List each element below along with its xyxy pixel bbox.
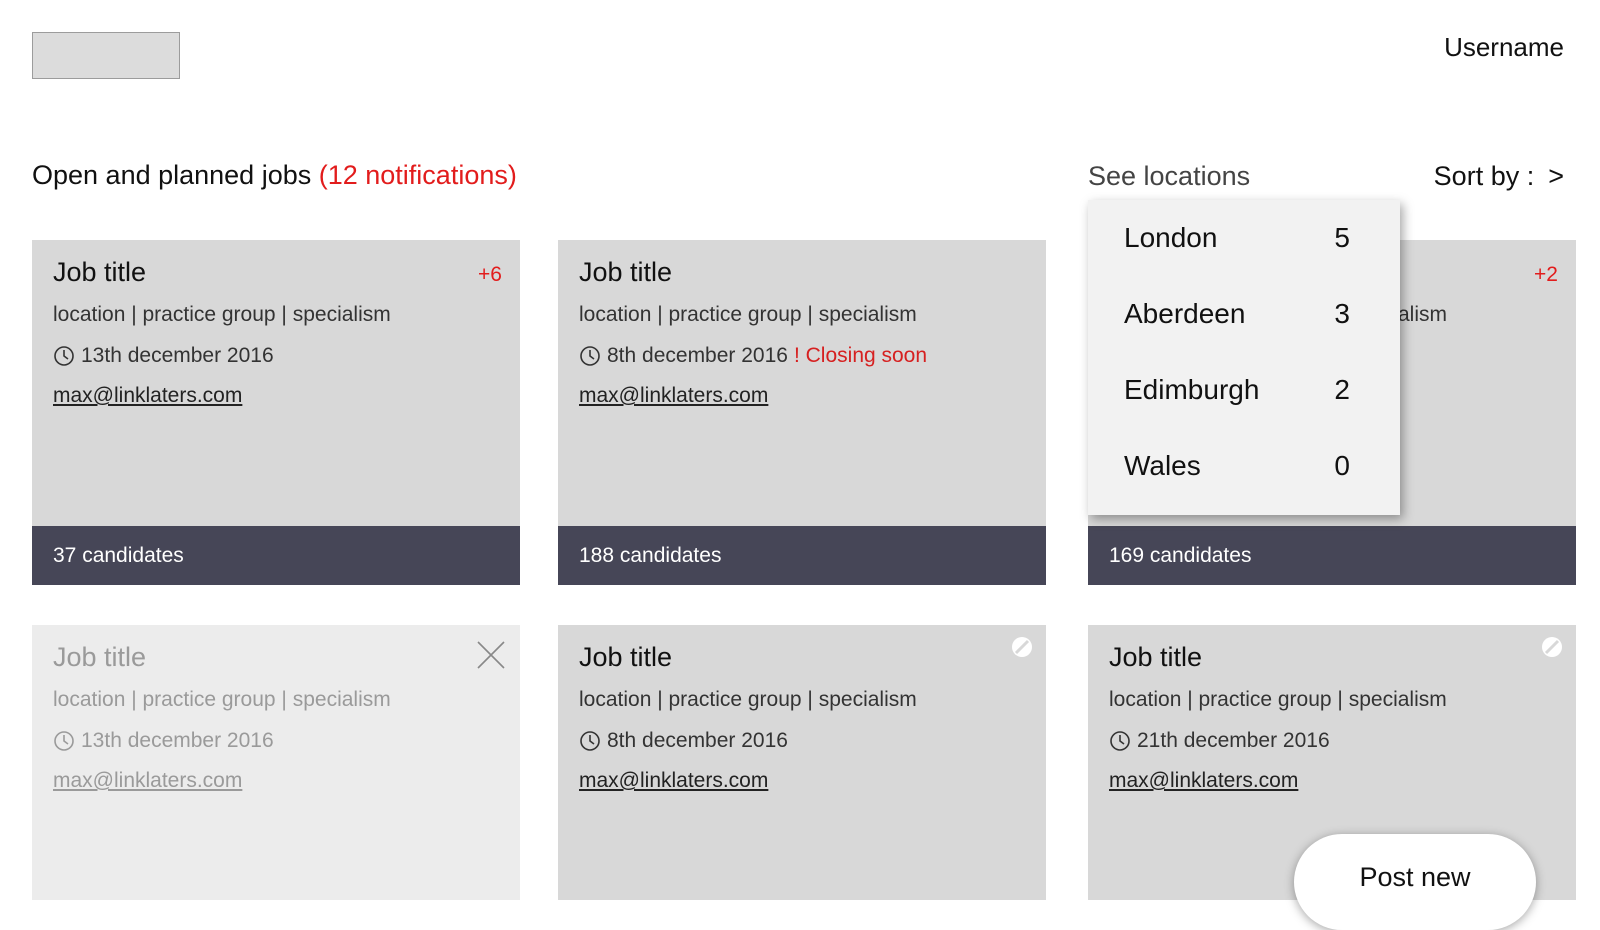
job-title: Job title — [53, 642, 147, 672]
post-new-button[interactable]: Post new — [1294, 834, 1536, 930]
job-card[interactable]: Job title +6 location | practice group |… — [32, 240, 520, 585]
close-icon[interactable] — [476, 640, 506, 670]
edit-icon[interactable] — [1011, 636, 1033, 658]
job-title: Job title — [1109, 642, 1203, 672]
username-link[interactable]: Username — [1444, 32, 1564, 63]
job-date: 8th december 2016 — [579, 729, 788, 753]
see-locations-dropdown-toggle[interactable]: See locations — [1088, 161, 1250, 192]
page-title: Open and planned jobs (12 notifications) — [32, 160, 517, 191]
contact-email-link[interactable]: max@linklaters.com — [579, 384, 768, 408]
closing-soon-warning: ! Closing soon — [793, 344, 928, 367]
job-meta: alism — [1398, 303, 1448, 326]
contact-email-link[interactable]: max@linklaters.com — [53, 384, 242, 408]
job-title: Job title — [579, 642, 673, 672]
clock-icon — [1110, 731, 1130, 751]
clock-icon — [54, 346, 74, 366]
job-meta: location | practice group | specialism — [579, 303, 917, 326]
location-count: 5 — [1334, 222, 1350, 253]
job-date: 8th december 2016 ! Closing soon — [579, 344, 927, 368]
job-card-closed[interactable]: Job title location | practice group | sp… — [32, 625, 520, 900]
job-meta: location | practice group | specialism — [53, 303, 391, 326]
logo-placeholder[interactable] — [32, 32, 180, 79]
job-meta: location | practice group | specialism — [1109, 688, 1447, 711]
location-name: London — [1124, 222, 1218, 253]
notification-badge: +6 — [478, 263, 502, 286]
location-count: 2 — [1334, 374, 1350, 405]
location-name: Edimburgh — [1124, 374, 1260, 405]
location-item-wales[interactable]: Wales 0 — [1124, 450, 1350, 482]
job-date-text: 13th december 2016 — [81, 729, 274, 752]
locations-dropdown: London 5 Aberdeen 3 Edimburgh 2 Wales 0 — [1088, 200, 1400, 515]
candidates-count[interactable]: 169 candidates — [1088, 526, 1576, 585]
page-title-text: Open and planned jobs — [32, 160, 312, 190]
job-date-text: 21th december 2016 — [1137, 729, 1330, 752]
sort-by-control[interactable]: Sort by : > — [1434, 161, 1564, 192]
job-title: Job title — [53, 257, 147, 287]
job-card[interactable]: Job title location | practice group | sp… — [558, 240, 1046, 585]
clock-icon — [54, 731, 74, 751]
job-meta: location | practice group | specialism — [579, 688, 917, 711]
job-date: 13th december 2016 — [53, 729, 274, 753]
edit-icon[interactable] — [1541, 636, 1563, 658]
location-count: 0 — [1334, 450, 1350, 481]
contact-email-link[interactable]: max@linklaters.com — [53, 769, 242, 793]
candidates-count[interactable]: 188 candidates — [558, 526, 1046, 585]
chevron-right-icon: > — [1548, 161, 1564, 191]
job-date-text: 8th december 2016 — [607, 729, 788, 752]
job-meta: location | practice group | specialism — [53, 688, 391, 711]
notification-badge: +2 — [1534, 263, 1558, 286]
job-date: 21th december 2016 — [1109, 729, 1330, 753]
notifications-count[interactable]: (12 notifications) — [319, 160, 517, 190]
location-item-edimburgh[interactable]: Edimburgh 2 — [1124, 374, 1350, 406]
job-date: 13th december 2016 — [53, 344, 274, 368]
location-count: 3 — [1334, 298, 1350, 329]
location-item-aberdeen[interactable]: Aberdeen 3 — [1124, 298, 1350, 330]
contact-email-link[interactable]: max@linklaters.com — [579, 769, 768, 793]
contact-email-link[interactable]: max@linklaters.com — [1109, 769, 1298, 793]
job-title: Job title — [579, 257, 673, 287]
location-name: Aberdeen — [1124, 298, 1246, 329]
location-name: Wales — [1124, 450, 1201, 481]
job-card[interactable]: Job title location | practice group | sp… — [558, 625, 1046, 900]
job-date-text: 13th december 2016 — [81, 344, 274, 367]
sort-by-label: Sort by : — [1433, 161, 1535, 191]
job-date-text: 8th december 2016 — [607, 344, 788, 367]
location-item-london[interactable]: London 5 — [1124, 222, 1350, 254]
clock-icon — [580, 731, 600, 751]
candidates-count[interactable]: 37 candidates — [32, 526, 520, 585]
clock-icon — [580, 346, 600, 366]
